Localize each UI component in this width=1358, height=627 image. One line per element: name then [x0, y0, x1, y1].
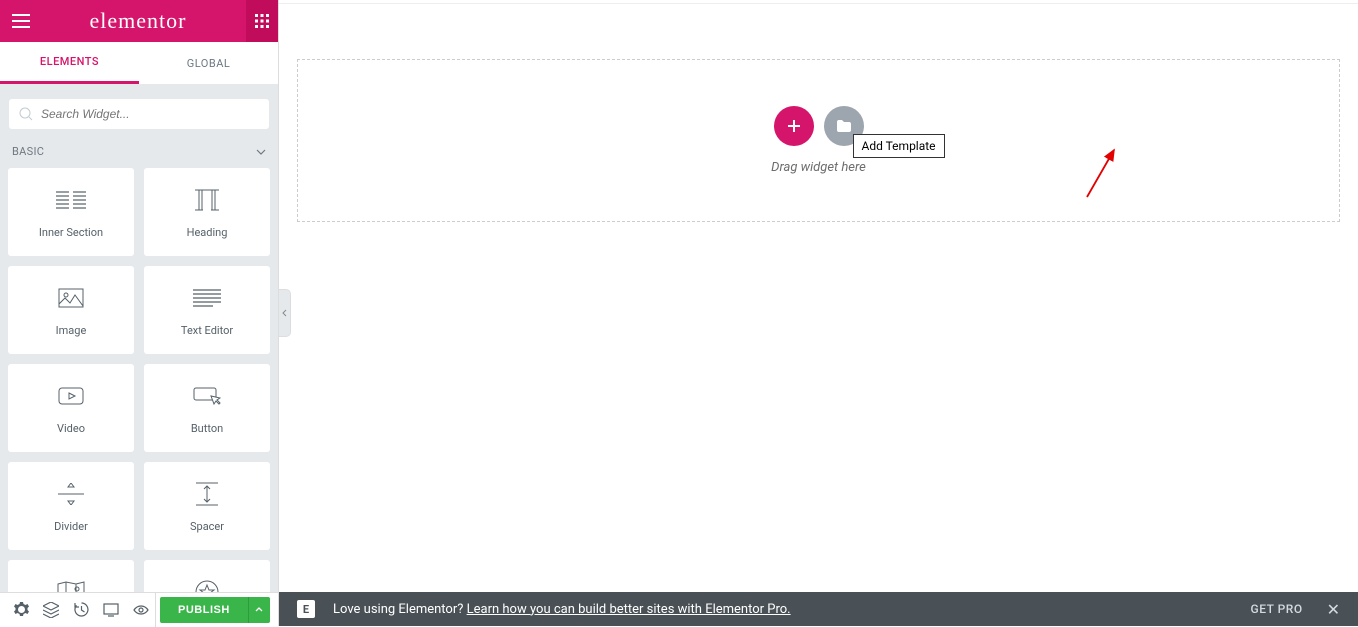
search-input[interactable] — [41, 107, 259, 121]
widget-label: Image — [56, 324, 87, 337]
chevron-down-icon — [256, 149, 266, 155]
tooltip: Add Template — [853, 134, 945, 158]
drop-zone[interactable]: Add Template Drag widget here — [297, 59, 1340, 222]
footer-bar: PUBLISH — [0, 592, 278, 626]
maps-icon — [57, 578, 85, 593]
close-icon[interactable]: ✕ — [1327, 600, 1340, 619]
sidebar-header: elementor — [0, 0, 278, 42]
settings-icon[interactable] — [6, 593, 36, 627]
widget-spacer[interactable]: Spacer — [144, 462, 270, 550]
divider-icon — [58, 480, 84, 508]
image-icon — [58, 284, 84, 312]
inner-section-icon — [56, 186, 86, 214]
add-section-button[interactable] — [774, 106, 814, 146]
history-icon[interactable] — [66, 593, 96, 627]
section-basic[interactable]: BASIC — [0, 139, 278, 168]
widgets-grid: Inner Section Heading Image Text Editor — [0, 168, 278, 592]
widget-label: Text Editor — [181, 324, 233, 337]
widget-image[interactable]: Image — [8, 266, 134, 354]
widget-heading[interactable]: Heading — [144, 168, 270, 256]
promo-prefix: Love using Elementor? — [333, 602, 467, 617]
button-icon — [193, 382, 221, 410]
drop-text: Drag widget here — [771, 160, 866, 175]
sidebar-tabs: ELEMENTS GLOBAL — [0, 42, 278, 84]
widget-label: Video — [57, 422, 85, 435]
publish-button[interactable]: PUBLISH — [160, 597, 248, 623]
spacer-icon — [196, 480, 218, 508]
widget-label: Inner Section — [39, 226, 103, 239]
get-pro-link[interactable]: GET PRO — [1251, 602, 1303, 616]
widget-label: Spacer — [190, 520, 224, 533]
widget-icon[interactable]: Icon — [144, 560, 270, 592]
star-icon — [195, 578, 219, 593]
preview-icon[interactable] — [126, 593, 156, 627]
widget-maps[interactable]: Google Maps — [8, 560, 134, 592]
widget-label: Button — [191, 422, 223, 435]
publish-dropdown[interactable] — [248, 597, 270, 623]
search-icon — [19, 107, 33, 121]
widget-divider[interactable]: Divider — [8, 462, 134, 550]
widget-video[interactable]: Video — [8, 364, 134, 452]
logo: elementor — [90, 8, 187, 34]
elementor-badge-icon: E — [297, 600, 315, 618]
promo-link[interactable]: Learn how you can build better sites wit… — [467, 602, 791, 617]
widget-inner-section[interactable]: Inner Section — [8, 168, 134, 256]
responsive-icon[interactable] — [96, 593, 126, 627]
video-icon — [58, 382, 84, 410]
widget-label: Divider — [54, 520, 88, 533]
menu-icon[interactable] — [12, 14, 30, 28]
canvas: Add Template Drag widget here — [279, 4, 1358, 626]
heading-icon — [193, 186, 221, 214]
widget-label: Heading — [187, 226, 228, 239]
text-editor-icon — [193, 284, 221, 312]
tab-global[interactable]: GLOBAL — [139, 42, 278, 84]
promo-bar: E Love using Elementor? Learn how you ca… — [279, 592, 1358, 626]
widget-button[interactable]: Button — [144, 364, 270, 452]
apps-icon[interactable] — [246, 0, 278, 42]
search-box[interactable] — [9, 99, 269, 129]
tab-elements[interactable]: ELEMENTS — [0, 42, 139, 84]
add-template-button[interactable]: Add Template — [824, 106, 864, 146]
navigator-icon[interactable] — [36, 593, 66, 627]
collapse-sidebar[interactable] — [279, 289, 291, 337]
section-basic-label: BASIC — [12, 145, 44, 158]
widget-text-editor[interactable]: Text Editor — [144, 266, 270, 354]
promo-text: Love using Elementor? Learn how you can … — [333, 602, 1251, 617]
